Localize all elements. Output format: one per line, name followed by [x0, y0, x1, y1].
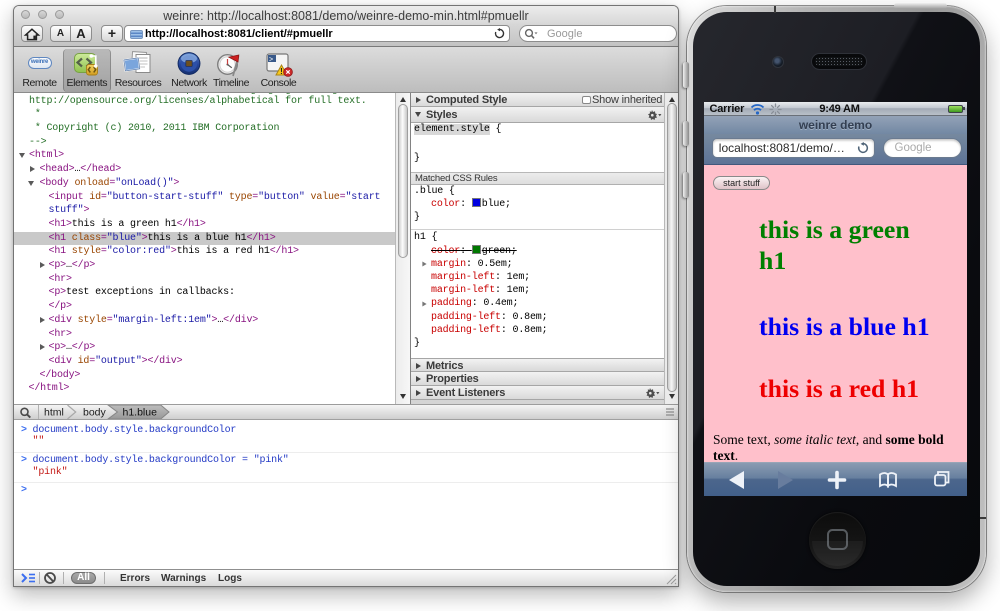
svg-text:h1.blue: h1.blue — [123, 407, 158, 419]
svg-text:>_: >_ — [269, 57, 278, 65]
svg-text:html: html — [44, 407, 64, 419]
svg-text:!: ! — [280, 67, 283, 76]
svg-text:body: body — [83, 407, 107, 419]
